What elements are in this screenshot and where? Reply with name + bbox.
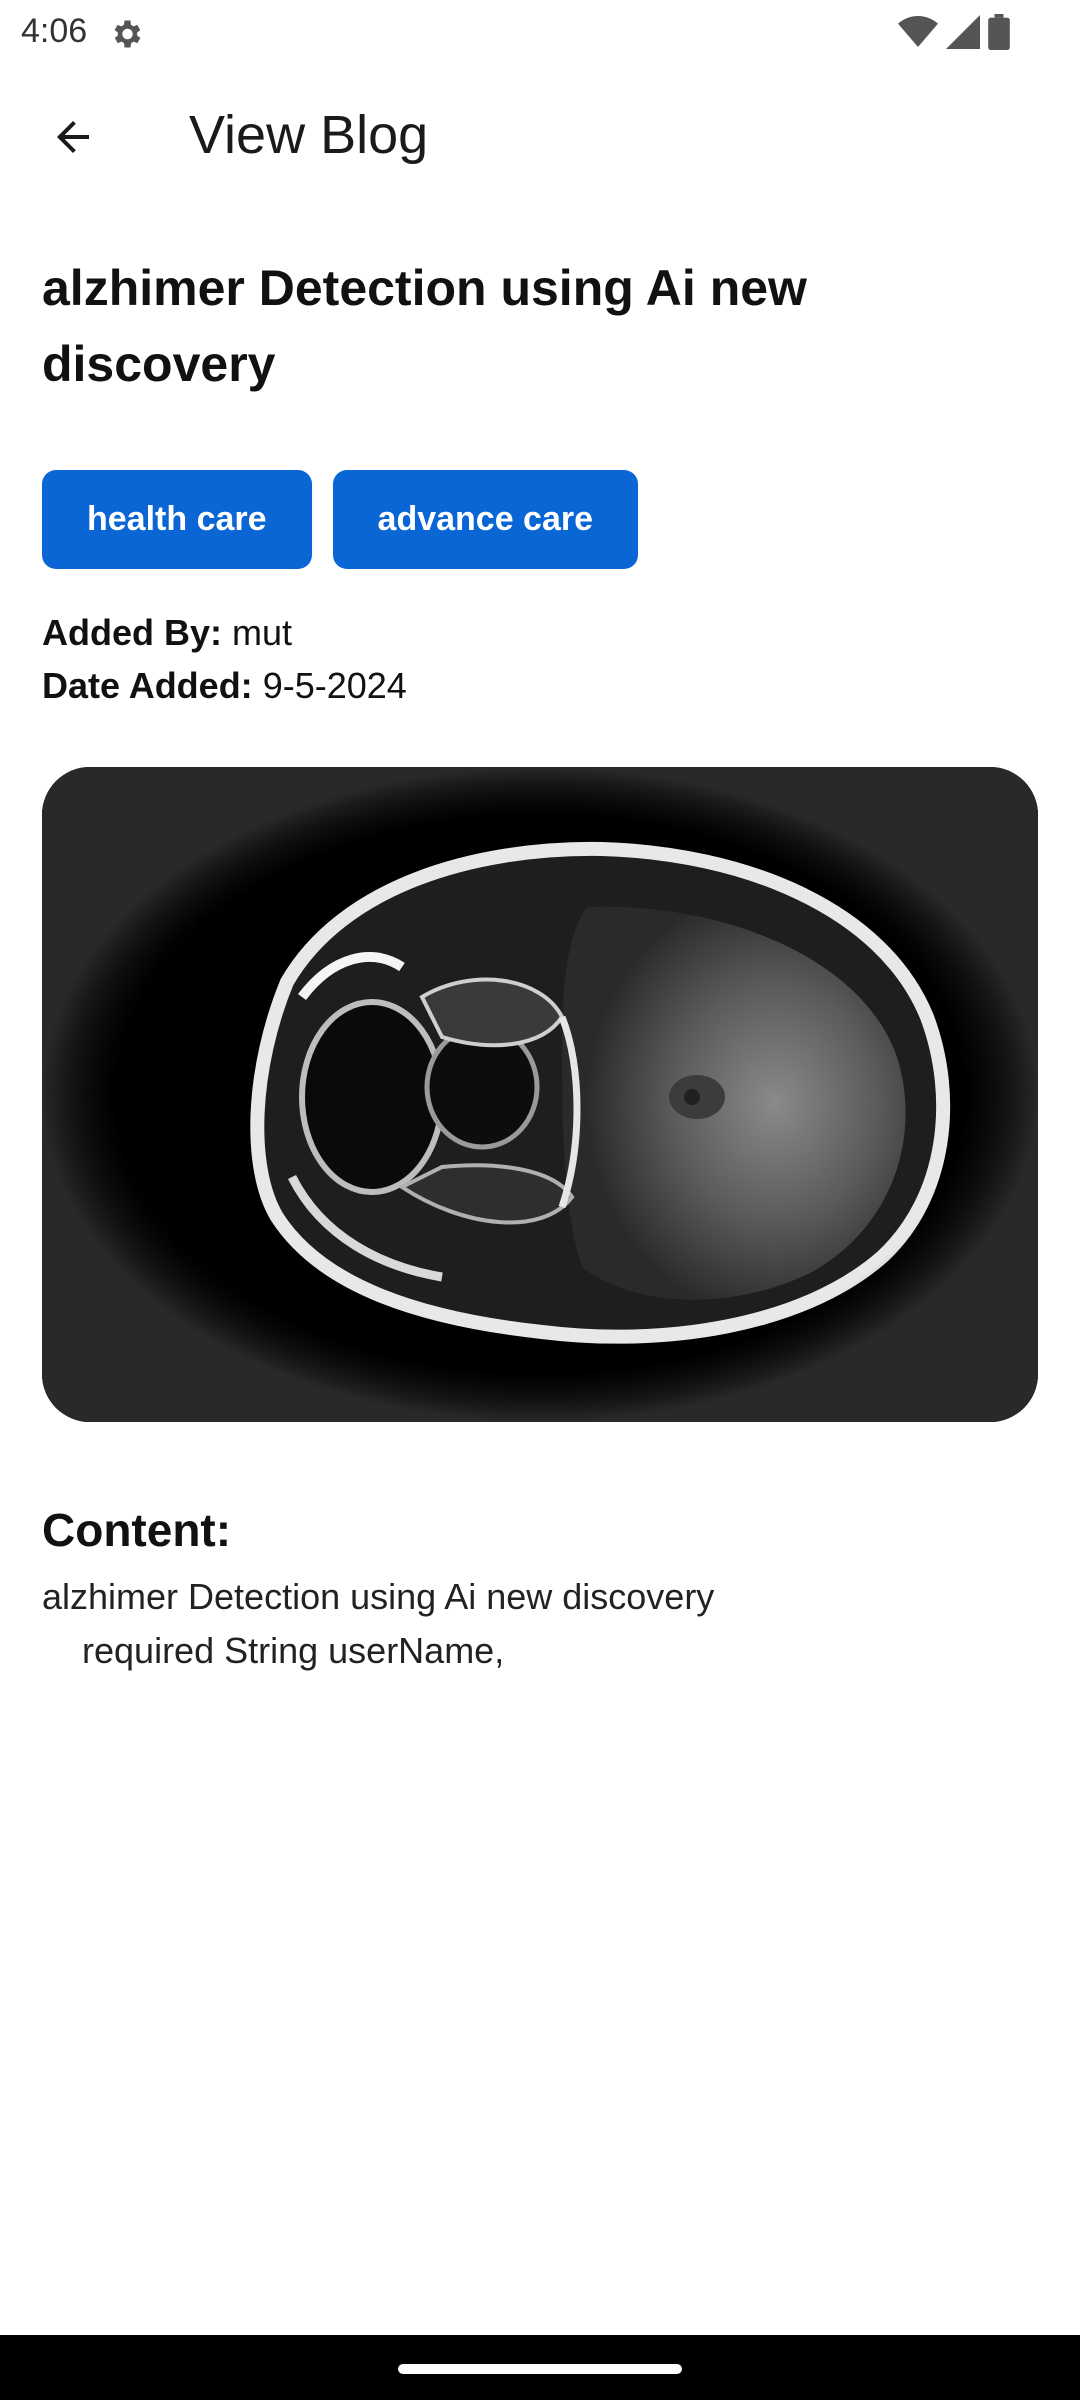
brain-mri-image xyxy=(42,767,1038,1422)
blog-title: alzhimer Detection using Ai new discover… xyxy=(42,260,807,392)
date-added-value: 9-5-2024 xyxy=(262,665,407,706)
tag-chip-health-care[interactable]: health care xyxy=(42,470,312,569)
status-time: 4:06 xyxy=(21,12,88,50)
tag-list: health care advance care xyxy=(42,470,639,569)
battery-icon xyxy=(988,14,1010,55)
added-by-row: Added By: mut xyxy=(42,612,292,654)
added-by-label: Added By: xyxy=(42,612,222,653)
content-heading: Content: xyxy=(42,1504,232,1556)
signal-icon xyxy=(946,15,980,54)
date-added-label: Date Added: xyxy=(42,665,253,706)
back-button[interactable] xyxy=(34,100,112,178)
status-bar: 4:06 xyxy=(0,0,1080,62)
wifi-icon xyxy=(898,15,938,54)
blog-image xyxy=(42,767,1038,1422)
gear-icon xyxy=(108,16,144,52)
status-icons xyxy=(898,14,1010,55)
home-indicator[interactable] xyxy=(398,2364,682,2374)
system-nav-bar xyxy=(0,2335,1080,2400)
date-added-row: Date Added: 9-5-2024 xyxy=(42,665,407,707)
added-by-value: mut xyxy=(232,612,293,653)
tag-chip-advance-care[interactable]: advance care xyxy=(332,470,639,569)
content-body: alzhimer Detection using Ai new discover… xyxy=(42,1576,715,1671)
arrow-back-icon xyxy=(49,113,97,166)
page-title: View Blog xyxy=(189,105,429,165)
app-bar: View Blog xyxy=(0,70,1080,200)
